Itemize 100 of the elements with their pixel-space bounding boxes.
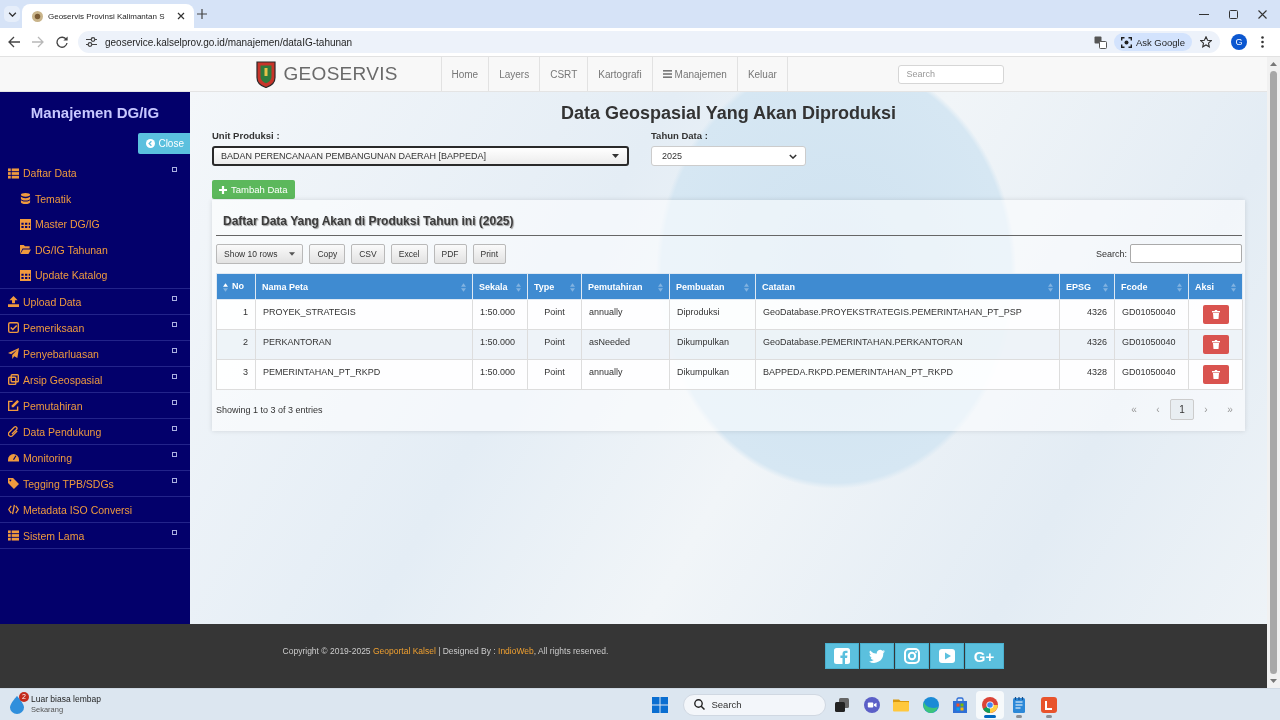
table-cell: Point <box>527 299 582 330</box>
sidebar-item[interactable]: Monitoring <box>0 444 190 470</box>
running-indicator <box>1016 714 1022 718</box>
table-cell: 2 <box>216 329 256 360</box>
social-link[interactable] <box>894 643 929 669</box>
sidebar-title: Manajemen DG/IG <box>29 103 161 123</box>
minimize-icon[interactable] <box>1199 13 1209 15</box>
table-cell: Dikumpulkan <box>669 359 756 390</box>
ask-google-button[interactable]: Ask Google <box>1113 33 1192 51</box>
chevron-circle-icon <box>146 139 156 148</box>
column-header[interactable]: EPSG <box>1059 273 1115 300</box>
sidebar-subitem[interactable]: Master DG/IG <box>0 211 190 237</box>
sidebar-item[interactable]: Data Pendukung <box>0 418 190 444</box>
table-cell: PEMERINTAHAN_PT_RKPD <box>255 359 473 390</box>
column-header[interactable]: Aksi <box>1188 273 1243 300</box>
sidebar-item[interactable]: Tegging TPB/SDGs <box>0 470 190 496</box>
nav-link[interactable]: Keluar <box>736 57 787 91</box>
back-arrow-icon[interactable] <box>8 36 20 48</box>
delete-button[interactable] <box>1202 305 1229 324</box>
plus-icon[interactable] <box>197 9 207 19</box>
trash-icon <box>1211 310 1220 319</box>
social-link[interactable] <box>929 643 964 669</box>
close-icon[interactable] <box>177 12 185 20</box>
search-field[interactable] <box>1130 244 1242 263</box>
close-icon[interactable] <box>1258 9 1267 19</box>
delete-button[interactable] <box>1202 335 1229 354</box>
check-square-icon <box>8 322 19 333</box>
nav-link[interactable]: Kartografi <box>587 57 652 91</box>
star-icon[interactable] <box>1200 36 1212 48</box>
sidebar-item[interactable]: Sistem Lama <box>0 522 190 548</box>
toolbar-button[interactable]: PDF <box>433 243 467 264</box>
panel-title: Daftar Data Yang Akan di Produksi Tahun ini (2025) <box>222 213 515 230</box>
nav-link[interactable]: Home <box>440 57 489 91</box>
address-bar[interactable]: geoservice.kalselprov.go.id/manajemen/dataIG-tahunan Ask Google <box>78 31 1220 53</box>
dropdown[interactable]: BADAN PERENCANAAN PEMBANGUNAN DAERAH [BAPPEDA] <box>212 146 629 166</box>
maximize-icon[interactable] <box>1229 9 1238 19</box>
table-cell: annually <box>581 299 670 330</box>
tab-list-button[interactable] <box>4 6 20 22</box>
translate-icon[interactable] <box>1093 35 1107 49</box>
column-header[interactable]: Catatan <box>755 273 1060 300</box>
reload-icon[interactable] <box>56 36 68 48</box>
sidebar-item[interactable]: Upload Data <box>0 288 190 314</box>
sidebar-subitem[interactable]: Update Katalog <box>0 262 190 288</box>
column-header[interactable]: Pemutahiran <box>581 273 670 300</box>
sidebar-item[interactable]: Penyebarluasan <box>0 340 190 366</box>
table-cell: PERKANTORAN <box>255 329 473 360</box>
column-header[interactable]: Pembuatan <box>669 273 756 300</box>
browser-tab[interactable]: Geoservis Provinsi Kalimantan S <box>22 4 194 28</box>
sidebar-item[interactable]: Arsip Geospasial <box>0 366 190 392</box>
sidebar-subitem[interactable]: DG/IG Tahunan <box>0 237 190 263</box>
nav-link[interactable]: Manajemen <box>651 57 737 91</box>
social-link[interactable] <box>859 643 894 669</box>
column-header[interactable]: Sekala <box>472 273 528 300</box>
pagination-button[interactable]: 1 <box>1170 399 1194 420</box>
gauge-icon <box>8 452 19 463</box>
social-link[interactable] <box>824 643 859 669</box>
table-info: Showing 1 to 3 of 3 entries <box>216 404 323 415</box>
water-drop-icon <box>10 695 24 714</box>
scrollbar-thumb[interactable] <box>1270 71 1277 674</box>
facebook-icon <box>833 648 850 664</box>
toolbar-button[interactable]: Copy <box>309 243 346 264</box>
table-cell: GeoDatabase.PEMERINTAHAN.PERKANTORAN <box>755 329 1060 360</box>
toolbar-button[interactable]: Excel <box>390 243 428 264</box>
toolbar-button[interactable]: CSV <box>351 243 385 264</box>
sidebar-item[interactable]: Pemutahiran <box>0 392 190 418</box>
table-cell: 1 <box>216 299 256 330</box>
copy-icon <box>8 374 19 385</box>
dropdown[interactable]: 2025 <box>651 146 806 166</box>
sidebar-item[interactable]: Pemeriksaan <box>0 314 190 340</box>
search-icon <box>693 699 705 710</box>
field-label: Unit Produksi : <box>212 130 281 142</box>
edit-icon <box>8 400 19 411</box>
footer-link[interactable]: IndioWeb <box>498 646 534 656</box>
app-icon <box>1040 696 1057 713</box>
column-header[interactable]: Type <box>527 273 582 300</box>
table-cell: 3 <box>216 359 256 390</box>
rows-dropdown[interactable]: Show 10 rows <box>216 243 304 264</box>
tune-icon[interactable] <box>86 37 97 47</box>
code-icon <box>8 504 19 515</box>
search-field[interactable]: Search <box>897 64 1004 84</box>
sidebar-subitem[interactable]: Tematik <box>0 186 190 212</box>
table-cell: Point <box>527 329 582 360</box>
table-cell: BAPPEDA.RKPD.PEMERINTAHAN_PT_RKPD <box>755 359 1060 390</box>
column-header[interactable]: Fcode <box>1114 273 1189 300</box>
profile-avatar[interactable]: G <box>1231 34 1247 50</box>
nav-link[interactable]: Layers <box>488 57 540 91</box>
sidebar-item[interactable]: Daftar Data <box>0 160 190 186</box>
toolbar-button[interactable]: Print <box>472 243 506 264</box>
kebab-menu-icon[interactable] <box>1261 36 1264 48</box>
running-indicator <box>1045 714 1052 718</box>
folder-icon <box>20 244 31 256</box>
column-header[interactable]: Nama Peta <box>255 273 473 300</box>
delete-button[interactable] <box>1202 365 1229 384</box>
footer-link[interactable]: Geoportal Kalsel <box>372 646 436 656</box>
scrollbar[interactable] <box>1267 57 1280 688</box>
search-field[interactable]: Search <box>682 693 826 716</box>
nav-link[interactable]: CSRT <box>539 57 588 91</box>
column-header[interactable]: No <box>216 273 256 300</box>
table-cell: 4326 <box>1059 329 1115 360</box>
shield-logo-icon <box>255 60 276 88</box>
